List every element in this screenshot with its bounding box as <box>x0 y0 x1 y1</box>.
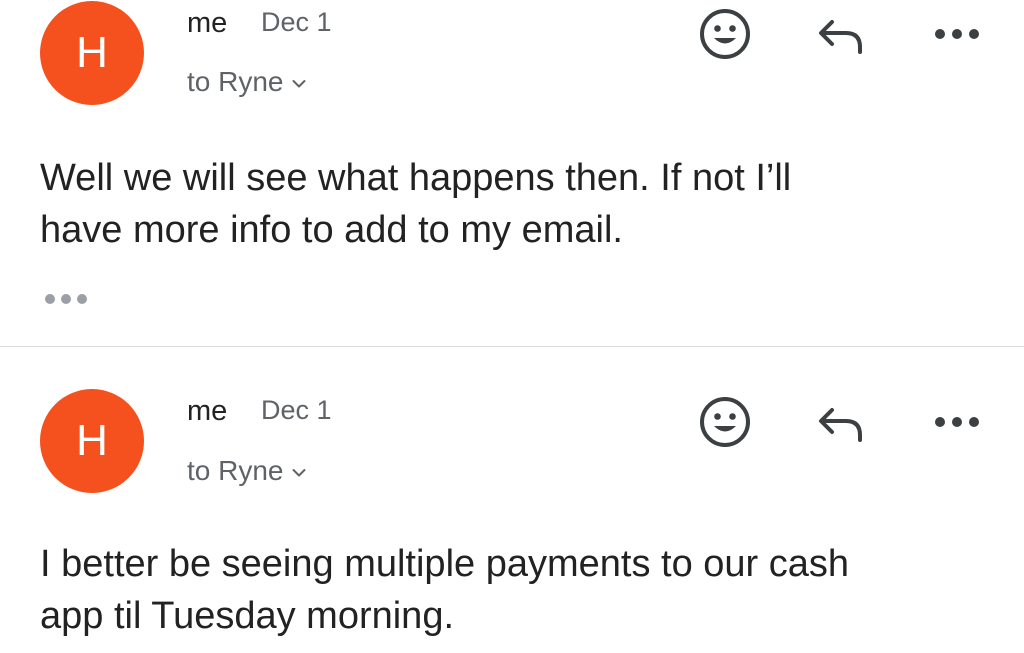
message-body: I better be seeing multiple payments to … <box>40 538 1000 642</box>
avatar[interactable]: H <box>40 389 144 493</box>
recipients-label: to Ryne <box>187 455 284 486</box>
message-body-line: app til Tuesday morning. <box>40 595 455 637</box>
more-options-icon[interactable] <box>934 414 980 430</box>
recipients-label: to Ryne <box>187 66 284 97</box>
email-message: H me Dec 1 to Ryne Well we will see what… <box>0 0 1024 346</box>
emoji-reaction-icon[interactable] <box>699 8 751 60</box>
sender-name: me <box>187 7 228 39</box>
reply-icon[interactable] <box>816 404 866 444</box>
message-body-line: Well we will see what happens then. If n… <box>40 157 792 199</box>
recipients-toggle[interactable]: to Ryne <box>187 66 306 98</box>
email-message: H me Dec 1 to Ryne I better be seeing mu… <box>0 347 1024 653</box>
emoji-reaction-icon[interactable] <box>699 396 751 448</box>
recipients-toggle[interactable]: to Ryne <box>187 455 306 487</box>
message-body-line: I better be seeing multiple payments to … <box>40 543 850 585</box>
message-date: Dec 1 <box>261 7 332 37</box>
message-date: Dec 1 <box>261 395 332 425</box>
avatar[interactable]: H <box>40 1 144 105</box>
sender-name: me <box>187 395 228 427</box>
reply-icon[interactable] <box>816 16 866 56</box>
message-body: Well we will see what happens then. If n… <box>40 152 1000 256</box>
message-body-line: have more info to add to my email. <box>40 209 623 251</box>
show-trimmed-content-icon[interactable] <box>44 292 90 306</box>
chevron-down-icon <box>292 468 305 477</box>
chevron-down-icon <box>292 79 305 88</box>
more-options-icon[interactable] <box>934 26 980 42</box>
